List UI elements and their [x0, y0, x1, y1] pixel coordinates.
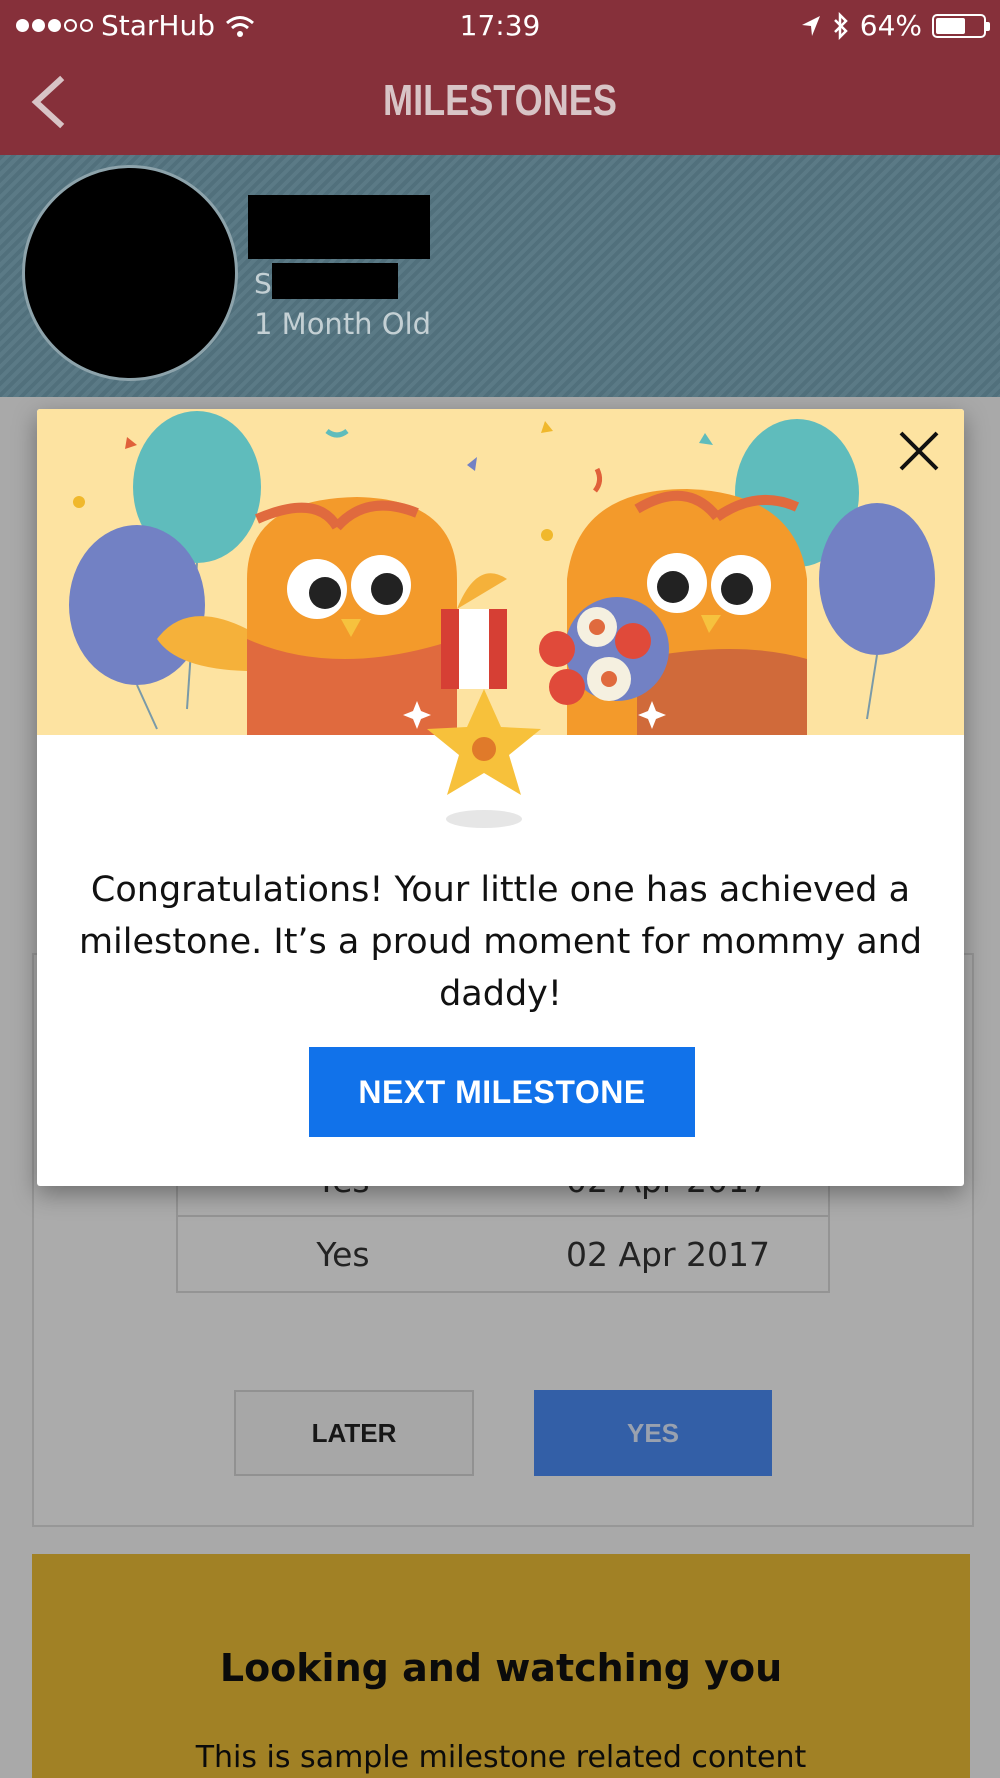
baby-profile-header: SH 1 Month Old — [0, 155, 1000, 397]
baby-age: 1 Month Old — [254, 307, 432, 341]
battery-icon — [932, 13, 990, 38]
location-arrow-icon — [801, 15, 820, 36]
celebration-owls-illustration — [37, 409, 964, 828]
congratulations-modal: Congratulations! Your little one has ach… — [37, 409, 964, 1186]
back-arrow-icon[interactable] — [24, 74, 74, 130]
avatar — [22, 165, 238, 381]
next-milestone-button[interactable]: NEXT MILESTONE — [309, 1047, 695, 1137]
status-right: 64% — [800, 9, 990, 42]
close-icon[interactable] — [895, 427, 943, 475]
battery-level — [936, 17, 966, 34]
congratulations-message: Congratulations! Your little one has ach… — [78, 870, 923, 1014]
status-bar: StarHub 17:39 64% — [0, 0, 1000, 50]
battery-percent: 64% — [859, 9, 922, 42]
redacted-name — [248, 195, 430, 259]
nav-bar: MILESTONES — [0, 50, 1000, 155]
redacted-gender — [272, 263, 398, 299]
page-title: MILESTONES — [383, 76, 617, 125]
bluetooth-icon — [833, 11, 848, 40]
